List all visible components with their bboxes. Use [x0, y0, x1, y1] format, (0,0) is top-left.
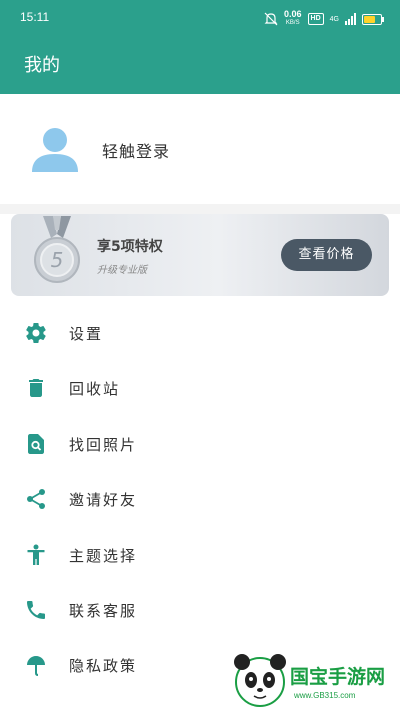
avatar-icon[interactable]	[30, 124, 80, 174]
medal-icon: 5	[34, 216, 80, 283]
menu-label: 邀请好友	[69, 491, 138, 510]
panda-logo	[234, 654, 286, 707]
menu-label: 联系客服	[69, 601, 138, 620]
gear-icon	[26, 322, 46, 344]
watermark-url: www.GB315.com	[294, 691, 356, 700]
menu-label: 回收站	[69, 380, 121, 399]
section-divider	[0, 204, 400, 214]
status-time: 15:11	[20, 10, 50, 24]
menu-item-contact-support[interactable]: 联系客服	[0, 583, 400, 638]
network-type: 4G	[329, 15, 339, 23]
login-link[interactable]: 轻触登录	[102, 138, 170, 162]
menu-item-recover-photos[interactable]: 找回照片	[0, 417, 400, 472]
menu-item-recycle-bin[interactable]: 回收站	[0, 361, 400, 416]
person-icon	[27, 544, 45, 565]
menu-item-invite-friends[interactable]: 邀请好友	[0, 472, 400, 527]
menu-list: 设置 回收站 找回照片 邀请好友 主题选择 联系客服 隐私政策	[0, 306, 400, 694]
menu-item-settings[interactable]: 设置	[0, 306, 400, 361]
view-price-button[interactable]: 查看价格	[281, 239, 372, 271]
menu-label: 找回照片	[69, 435, 138, 454]
battery-icon	[362, 13, 384, 25]
trash-icon	[29, 379, 43, 398]
menu-label: 设置	[69, 325, 104, 343]
share-icon	[27, 489, 45, 510]
status-bar: 15:11 0.06 KB/S HD 4G	[0, 0, 400, 38]
battery-fill	[364, 15, 375, 23]
vip-subtitle: 升级专业版	[97, 265, 147, 276]
phone-icon	[27, 600, 45, 619]
profile-section[interactable]: 轻触登录	[0, 94, 400, 204]
menu-label: 主题选择	[69, 546, 138, 565]
speed-unit: KB/S	[285, 20, 300, 26]
mute-icon	[264, 12, 278, 26]
medal-number: 5	[51, 248, 64, 272]
photo-search-icon	[28, 433, 44, 454]
watermark-text: 国宝手游网	[290, 666, 386, 688]
menu-label: 隐私政策	[69, 657, 138, 676]
speed-value: 0.06	[284, 9, 302, 19]
vip-card[interactable]: 5 享5项特权 升级专业版 查看价格	[11, 214, 389, 296]
menu-item-theme[interactable]: 主题选择	[0, 528, 400, 583]
network-speed: 0.06 KB/S	[284, 10, 302, 28]
app-bar: 我的	[0, 38, 400, 94]
page-title: 我的	[24, 55, 60, 76]
status-icons: 0.06 KB/S HD 4G	[264, 9, 384, 29]
vip-title: 享5项特权	[97, 239, 163, 255]
signal-icon	[345, 13, 356, 25]
umbrella-icon	[27, 656, 45, 677]
hd-badge: HD	[307, 13, 324, 25]
watermark: 国宝手游网 www.GB315.com	[230, 650, 398, 711]
